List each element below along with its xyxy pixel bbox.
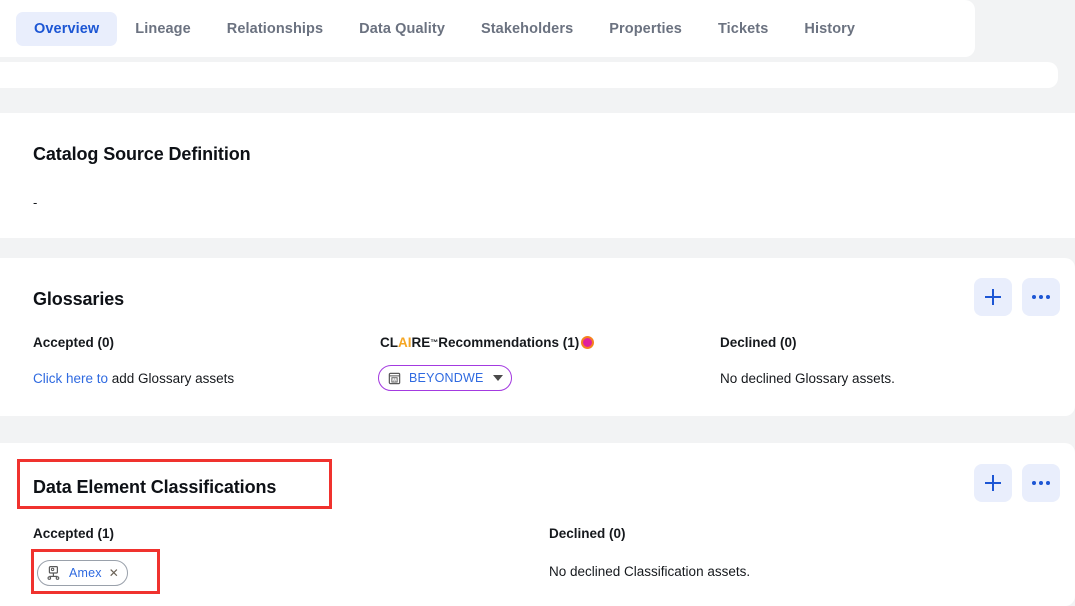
claire-suffix: RE [411,335,431,350]
trademark-symbol: ™ [430,338,439,347]
more-horizontal-icon [1032,295,1050,299]
tab-overview[interactable]: Overview [16,11,118,46]
section-strip-above-catalog [0,62,1058,88]
catalog-source-definition-card: Catalog Source Definition - [0,113,1075,238]
claire-recommendation-chip-label: BEYONDWE [409,371,484,385]
glossary-icon: A [388,372,401,384]
more-horizontal-icon [1032,481,1050,485]
close-icon[interactable]: ✕ [109,567,119,579]
tab-tickets[interactable]: Tickets [700,12,786,46]
tab-data-quality[interactable]: Data Quality [341,12,463,46]
glossaries-accepted-empty: Click here to add Glossary assets [33,371,234,386]
claire-ai: AI [398,335,412,350]
tab-bar: Overview Lineage Relationships Data Qual… [0,0,975,57]
chevron-down-icon[interactable] [492,375,503,381]
classification-chip-amex[interactable]: Amex ✕ [37,560,128,586]
glossaries-accepted-label: Accepted (0) [33,335,115,350]
data-element-classifications-title: Data Element Classifications [33,477,277,497]
classifications-add-button[interactable] [974,464,1012,502]
glossaries-add-link-rest: add Glossary assets [108,371,235,386]
classifications-more-button[interactable] [1022,464,1060,502]
classification-icon [47,566,60,580]
claire-recommendation-chip[interactable]: A BEYONDWE [378,365,512,391]
glossaries-add-link[interactable]: Click here to [33,371,108,386]
claire-recommendations-label: CL AI RE ™ Recommendations (1) [380,335,595,350]
classifications-declined-empty: No declined Classification assets. [549,564,751,579]
plus-icon [985,289,1001,305]
svg-text:A: A [393,377,396,382]
classifications-accepted-label: Accepted (1) [33,526,115,541]
tab-properties[interactable]: Properties [591,12,700,46]
catalog-source-definition-value: - [33,195,38,210]
claire-indicator-icon [581,336,595,349]
glossaries-title: Glossaries [33,289,125,309]
catalog-source-definition-title: Catalog Source Definition [33,144,251,164]
glossaries-add-button[interactable] [974,278,1012,316]
plus-icon [985,475,1001,491]
classifications-declined-label: Declined (0) [549,526,626,541]
tab-relationships[interactable]: Relationships [209,12,341,46]
asset-overview-page: Overview Lineage Relationships Data Qual… [0,0,1075,606]
glossaries-declined-empty: No declined Glossary assets. [720,371,895,386]
glossaries-card: Glossaries Accepted (0) Click here to ad… [0,258,1075,416]
claire-recommendations-count: Recommendations (1) [438,335,580,350]
tab-stakeholders[interactable]: Stakeholders [463,12,591,46]
classification-chip-label: Amex [69,566,102,580]
claire-prefix: CL [380,335,398,350]
tab-lineage[interactable]: Lineage [117,12,209,46]
tab-history[interactable]: History [786,12,873,46]
data-element-classifications-card: Data Element Classifications Accepted (1… [0,443,1075,606]
glossaries-more-button[interactable] [1022,278,1060,316]
glossaries-declined-label: Declined (0) [720,335,797,350]
